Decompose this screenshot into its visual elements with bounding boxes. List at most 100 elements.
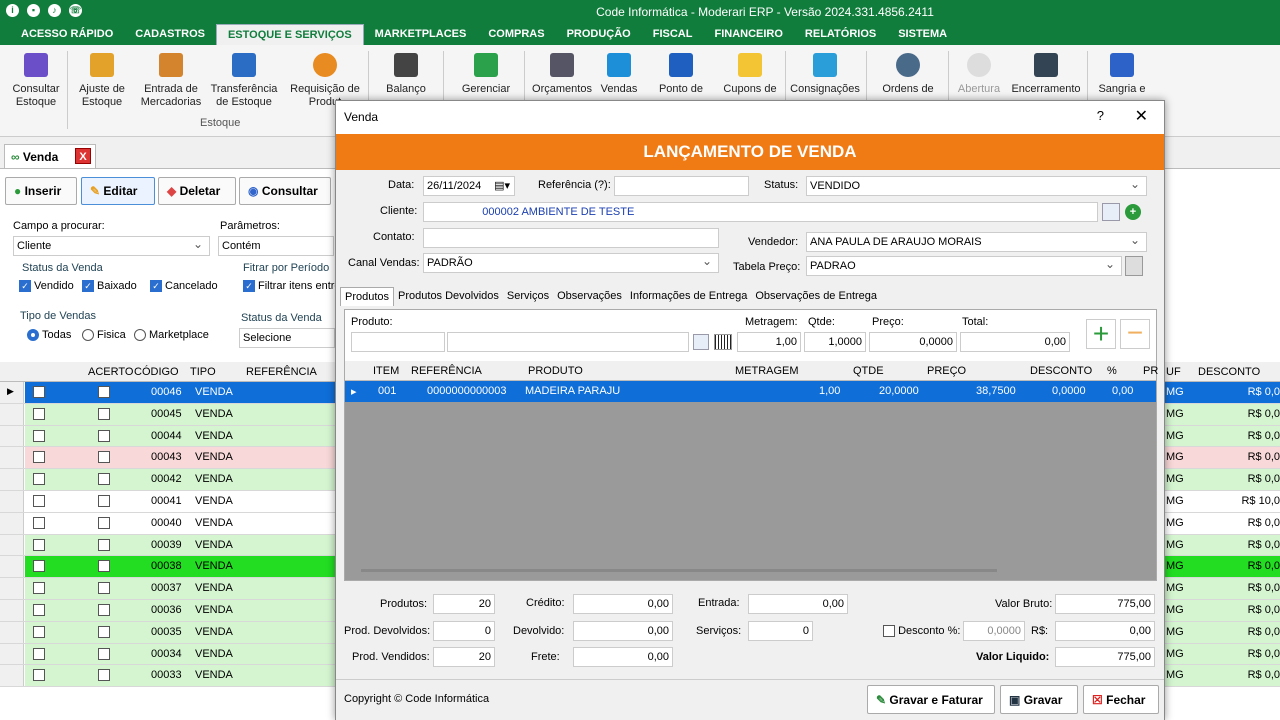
- row-select-checkbox[interactable]: [33, 473, 45, 486]
- col-desconto[interactable]: DESCONTO: [1030, 365, 1092, 377]
- remove-item-icon[interactable]: −: [1120, 319, 1150, 349]
- ribbon-encerramento[interactable]: Encerramento: [1010, 53, 1082, 96]
- tab-produtos[interactable]: Produtos: [340, 287, 395, 306]
- col-uf[interactable]: UF: [1166, 366, 1181, 378]
- vendedor-select[interactable]: ANA PAULA DE ARAUJO MORAIS: [806, 232, 1147, 252]
- col-ref[interactable]: REFERÊNCIA: [411, 365, 482, 377]
- calendar-icon[interactable]: ▤▾: [494, 179, 510, 192]
- row-select-checkbox[interactable]: [33, 429, 45, 442]
- row-acerto-checkbox[interactable]: [98, 386, 110, 398]
- col-metragem[interactable]: METRAGEM: [735, 365, 799, 377]
- row-acerto-checkbox[interactable]: [98, 538, 110, 551]
- ribbon-consultar-estoque[interactable]: Consultar Estoque: [8, 53, 64, 109]
- col-tipo[interactable]: TIPO: [190, 366, 216, 378]
- barcode-icon[interactable]: [714, 334, 732, 350]
- marketplace-radio[interactable]: Marketplace: [134, 329, 209, 342]
- qtde-input[interactable]: 1,0000: [804, 332, 866, 352]
- menu-marketplaces[interactable]: MARKETPLACES: [364, 24, 478, 45]
- status-select[interactable]: VENDIDO: [806, 176, 1147, 196]
- desconto-pct-input[interactable]: 0,0000: [963, 621, 1025, 641]
- menu-sistema[interactable]: SISTEMA: [887, 24, 958, 45]
- frete-input[interactable]: 0,00: [573, 647, 673, 667]
- col-item[interactable]: ITEM: [373, 365, 399, 377]
- tab-servicos[interactable]: Serviços: [503, 287, 553, 306]
- h-scrollbar[interactable]: [361, 569, 997, 572]
- ref-input[interactable]: [614, 176, 749, 196]
- row-select-checkbox[interactable]: [33, 494, 45, 507]
- col-pr[interactable]: PR: [1143, 365, 1158, 377]
- edit-button[interactable]: ✎ Editar: [81, 177, 155, 205]
- metragem-input[interactable]: 1,00: [737, 332, 801, 352]
- ribbon-orcamentos[interactable]: Orçamentos: [531, 53, 593, 96]
- ribbon-vendas[interactable]: Vendas: [598, 53, 640, 96]
- delete-button[interactable]: ◆ Deletar: [158, 177, 236, 205]
- doc-tab-venda[interactable]: ∞ Venda X: [4, 144, 96, 168]
- row-select-checkbox[interactable]: [33, 669, 45, 682]
- total-input[interactable]: 0,00: [960, 332, 1070, 352]
- menu-acesso-rapido[interactable]: ACESSO RÁPIDO: [10, 24, 124, 45]
- tab-info-entrega[interactable]: Informações de Entrega: [626, 287, 751, 306]
- ribbon-ajuste-estoque[interactable]: Ajuste de Estoque: [72, 53, 132, 109]
- row-acerto-checkbox[interactable]: [98, 603, 110, 616]
- date-input[interactable]: 26/11/2024 ▤▾: [423, 176, 515, 196]
- produto-lookup-icon[interactable]: [693, 334, 709, 350]
- entrada-input[interactable]: 0,00: [748, 594, 848, 614]
- row-acerto-checkbox[interactable]: [98, 560, 110, 573]
- menu-relatorios[interactable]: RELATÓRIOS: [794, 24, 887, 45]
- row-acerto-checkbox[interactable]: [98, 582, 110, 595]
- row-select-checkbox[interactable]: [33, 386, 45, 398]
- tab-obs-entrega[interactable]: Observações de Entrega: [751, 287, 881, 306]
- fechar-button[interactable]: ☒ Fechar: [1083, 685, 1159, 714]
- tab-observacoes[interactable]: Observações: [553, 287, 626, 306]
- row-select-checkbox[interactable]: [33, 516, 45, 529]
- ribbon-abertura[interactable]: Abertura: [955, 53, 1003, 96]
- col-produto[interactable]: PRODUTO: [528, 365, 583, 377]
- ribbon-gerenciar[interactable]: Gerenciar: [460, 53, 512, 96]
- col-pct[interactable]: %: [1107, 365, 1117, 377]
- ribbon-ordens[interactable]: Ordens de: [878, 53, 938, 96]
- credito-input[interactable]: 0,00: [573, 594, 673, 614]
- row-select-checkbox[interactable]: [33, 451, 45, 464]
- param-select[interactable]: Contém: [218, 236, 334, 256]
- desconto-checkbox[interactable]: Desconto %:: [883, 625, 960, 638]
- row-select-checkbox[interactable]: [33, 603, 45, 616]
- row-acerto-checkbox[interactable]: [98, 473, 110, 486]
- row-select-checkbox[interactable]: [33, 647, 45, 660]
- produto-desc-input[interactable]: [447, 332, 689, 352]
- col-acerto[interactable]: ACERTO: [88, 366, 133, 378]
- cliente-lookup-icon[interactable]: [1102, 203, 1120, 221]
- preco-input[interactable]: 0,0000: [869, 332, 957, 352]
- add-cliente-icon[interactable]: +: [1125, 204, 1141, 220]
- menu-financeiro[interactable]: FINANCEIRO: [703, 24, 793, 45]
- row-acerto-checkbox[interactable]: [98, 429, 110, 442]
- ribbon-entrada-mercadorias[interactable]: Entrada de Mercadorias: [138, 53, 204, 109]
- menu-fiscal[interactable]: FISCAL: [642, 24, 704, 45]
- produto-code-input[interactable]: [351, 332, 445, 352]
- campo-select[interactable]: Cliente: [13, 236, 210, 256]
- insert-button[interactable]: ● Inserir: [5, 177, 77, 205]
- menu-compras[interactable]: COMPRAS: [477, 24, 555, 45]
- calculator-icon[interactable]: [1125, 256, 1143, 276]
- row-select-checkbox[interactable]: [33, 560, 45, 573]
- row-acerto-checkbox[interactable]: [98, 451, 110, 464]
- row-acerto-checkbox[interactable]: [98, 669, 110, 682]
- row-select-checkbox[interactable]: [33, 538, 45, 551]
- menu-cadastros[interactable]: CADASTROS: [124, 24, 216, 45]
- status2-select[interactable]: Selecione: [239, 328, 335, 348]
- baixado-checkbox[interactable]: ✓ Baixado: [82, 280, 137, 293]
- fisica-radio[interactable]: Fisica: [82, 329, 126, 342]
- col-desconto[interactable]: DESCONTO: [1198, 366, 1260, 378]
- row-acerto-checkbox[interactable]: [98, 407, 110, 420]
- row-acerto-checkbox[interactable]: [98, 516, 110, 529]
- ribbon-ponto-venda[interactable]: Ponto de: [655, 53, 707, 96]
- col-referencia[interactable]: REFERÊNCIA: [246, 366, 317, 378]
- ribbon-cupons[interactable]: Cupons de: [720, 53, 780, 96]
- col-qtde[interactable]: QTDE: [853, 365, 884, 377]
- contato-input[interactable]: [423, 228, 719, 248]
- cliente-input[interactable]: 000002 AMBIENTE DE TESTE: [423, 202, 1098, 222]
- col-codigo[interactable]: CÓDIGO: [134, 366, 179, 378]
- cancelado-checkbox[interactable]: ✓ Cancelado: [150, 280, 218, 293]
- todas-radio[interactable]: Todas: [27, 329, 71, 342]
- vendido-checkbox[interactable]: ✓ Vendido: [19, 280, 74, 293]
- help-button[interactable]: ?: [1097, 108, 1104, 123]
